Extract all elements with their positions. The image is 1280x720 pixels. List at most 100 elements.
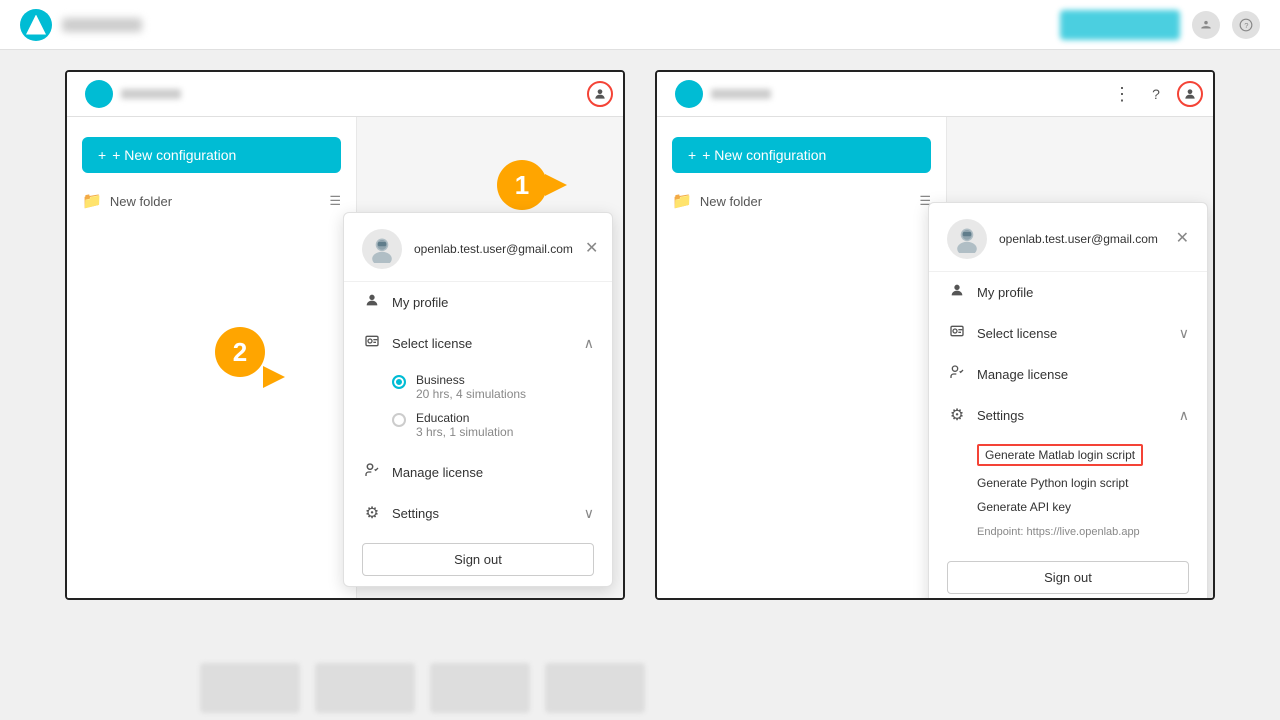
panel-2: ⋮ ? + + New configuration 📁 New folder <box>655 70 1215 600</box>
manage-icon-1 <box>362 462 382 483</box>
manage-license-item-2[interactable]: Manage license <box>929 354 1207 395</box>
plus-icon-1: + <box>98 147 106 163</box>
settings-expand-1: ∨ <box>584 505 594 522</box>
new-folder-label-1: New folder <box>110 194 172 209</box>
app-logo <box>20 9 52 41</box>
profile-icon-dp-1 <box>362 292 382 313</box>
generate-api-item[interactable]: Generate API key <box>977 495 1189 519</box>
new-folder-row-2: 📁 New folder ☰ <box>672 191 931 211</box>
settings-icon-2: ⚙ <box>947 405 967 425</box>
app-logo-icon <box>26 15 46 35</box>
badge-2-number: 2 <box>233 337 247 368</box>
settings-label-2: Settings <box>977 408 1169 423</box>
radio-business-1 <box>392 375 406 389</box>
manage-license-label-1: Manage license <box>392 465 594 480</box>
generate-python-item[interactable]: Generate Python login script <box>977 471 1189 495</box>
my-profile-label-2: My profile <box>977 285 1189 300</box>
app-title-blur <box>62 18 142 32</box>
folder-icon-2: 📁 <box>672 191 692 211</box>
select-license-item-1[interactable]: Select license ∧ <box>344 323 612 364</box>
new-folder-label-2: New folder <box>700 194 762 209</box>
inner-top-bar-2: ⋮ ? <box>657 72 1213 117</box>
bottom-thumb-2 <box>315 663 415 713</box>
dropdown-close-2[interactable]: ✕ <box>1176 231 1189 247</box>
user-email-2: openlab.test.user@gmail.com <box>999 232 1164 246</box>
generate-matlab-item[interactable]: Generate Matlab login script <box>977 439 1189 471</box>
folder-icon-1: 📁 <box>82 191 102 211</box>
select-license-label-1: Select license <box>392 336 574 351</box>
generate-python-label: Generate Python login script <box>977 476 1128 490</box>
settings-item-1[interactable]: ⚙ Settings ∨ <box>344 493 612 533</box>
badge-1-number: 1 <box>515 170 529 201</box>
sign-out-button-2[interactable]: Sign out <box>947 561 1189 594</box>
inner-app-1: + + New configuration 📁 New folder ☰ 1 <box>67 72 623 598</box>
inner-top-bar-left-1 <box>77 80 579 108</box>
top-bar-icon2[interactable]: ? <box>1232 11 1260 39</box>
top-bar-icon1[interactable] <box>1192 11 1220 39</box>
new-config-button-1[interactable]: + + New configuration <box>82 137 341 173</box>
radio-education-1 <box>392 413 406 427</box>
select-license-label-2: Select license <box>977 326 1169 341</box>
bottom-thumb-3 <box>430 663 530 713</box>
badge-2: 2 <box>215 327 265 377</box>
settings-icon-1: ⚙ <box>362 503 382 523</box>
main-area: + + New configuration 📁 New folder ☰ 1 <box>0 50 1280 720</box>
license-icon-2 <box>947 323 967 344</box>
new-folder-row-1: 📁 New folder ☰ <box>82 191 341 211</box>
license-sub-1: Business 20 hrs, 4 simulations Education… <box>344 364 612 452</box>
my-profile-label-1: My profile <box>392 295 594 310</box>
inner-logo-2 <box>675 80 703 108</box>
license-education-detail-1: 3 hrs, 1 simulation <box>416 425 513 439</box>
help-icon-button-2[interactable]: ? <box>1143 81 1169 107</box>
dropdown-1: openlab.test.user@gmail.com ✕ My profile… <box>343 212 613 587</box>
profile-icon-button-2[interactable] <box>1177 81 1203 107</box>
settings-expand-2: ∧ <box>1179 407 1189 424</box>
list-icon-1: ☰ <box>329 193 341 209</box>
select-license-expand-2: ∨ <box>1179 325 1189 342</box>
inner-sidebar-1: + + New configuration 📁 New folder ☰ <box>67 117 357 598</box>
inner-top-bar-left-2 <box>667 80 1101 108</box>
top-bar-action-blur <box>1060 10 1180 40</box>
generate-matlab-label: Generate Matlab login script <box>977 444 1143 466</box>
user-avatar-2 <box>947 219 987 259</box>
profile-icon-button-1[interactable] <box>587 81 613 107</box>
license-business-detail-1: 20 hrs, 4 simulations <box>416 387 526 401</box>
inner-app-2: ⋮ ? + + New configuration 📁 New folder <box>657 72 1213 598</box>
settings-sub-2: Generate Matlab login script Generate Py… <box>929 435 1207 551</box>
new-config-button-2[interactable]: + + New configuration <box>672 137 931 173</box>
license-education-1[interactable]: Education 3 hrs, 1 simulation <box>392 406 594 444</box>
endpoint-label: Endpoint: https://live.openlab.app <box>977 526 1140 538</box>
new-config-label-2: + New configuration <box>702 147 826 163</box>
select-license-expand-1: ∧ <box>584 335 594 352</box>
dropdown-header-1: openlab.test.user@gmail.com ✕ <box>344 213 612 282</box>
panel-1: + + New configuration 📁 New folder ☰ 1 <box>65 70 625 600</box>
plus-icon-2: + <box>688 147 696 163</box>
license-business-1[interactable]: Business 20 hrs, 4 simulations <box>392 368 594 406</box>
settings-item-2[interactable]: ⚙ Settings ∧ <box>929 395 1207 435</box>
dropdown-close-1[interactable]: ✕ <box>585 241 598 257</box>
svg-text:?: ? <box>1244 20 1248 29</box>
generate-api-label: Generate API key <box>977 500 1071 514</box>
manage-license-item-1[interactable]: Manage license <box>344 452 612 493</box>
bottom-thumb-1 <box>200 663 300 713</box>
top-bar-left <box>20 9 142 41</box>
more-icon-button-2[interactable]: ⋮ <box>1109 81 1135 107</box>
select-license-item-2[interactable]: Select license ∨ <box>929 313 1207 354</box>
badge-1: 1 <box>497 160 547 210</box>
settings-label-1: Settings <box>392 506 574 521</box>
license-education-name-1: Education <box>416 411 513 425</box>
dropdown-2: openlab.test.user@gmail.com ✕ My profile… <box>928 202 1208 600</box>
my-profile-item-1[interactable]: My profile <box>344 282 612 323</box>
sign-out-button-1[interactable]: Sign out <box>362 543 594 576</box>
inner-logo-1 <box>85 80 113 108</box>
dropdown-header-2: openlab.test.user@gmail.com ✕ <box>929 203 1207 272</box>
top-bar-right: ? <box>1060 10 1260 40</box>
new-config-label-1: + New configuration <box>112 147 236 163</box>
inner-top-bar-1 <box>67 72 623 117</box>
profile-icon-dp-2 <box>947 282 967 303</box>
user-avatar-1 <box>362 229 402 269</box>
license-business-name-1: Business <box>416 373 526 387</box>
my-profile-item-2[interactable]: My profile <box>929 272 1207 313</box>
user-email-1: openlab.test.user@gmail.com <box>414 242 573 256</box>
inner-title-blur-1 <box>121 89 181 99</box>
